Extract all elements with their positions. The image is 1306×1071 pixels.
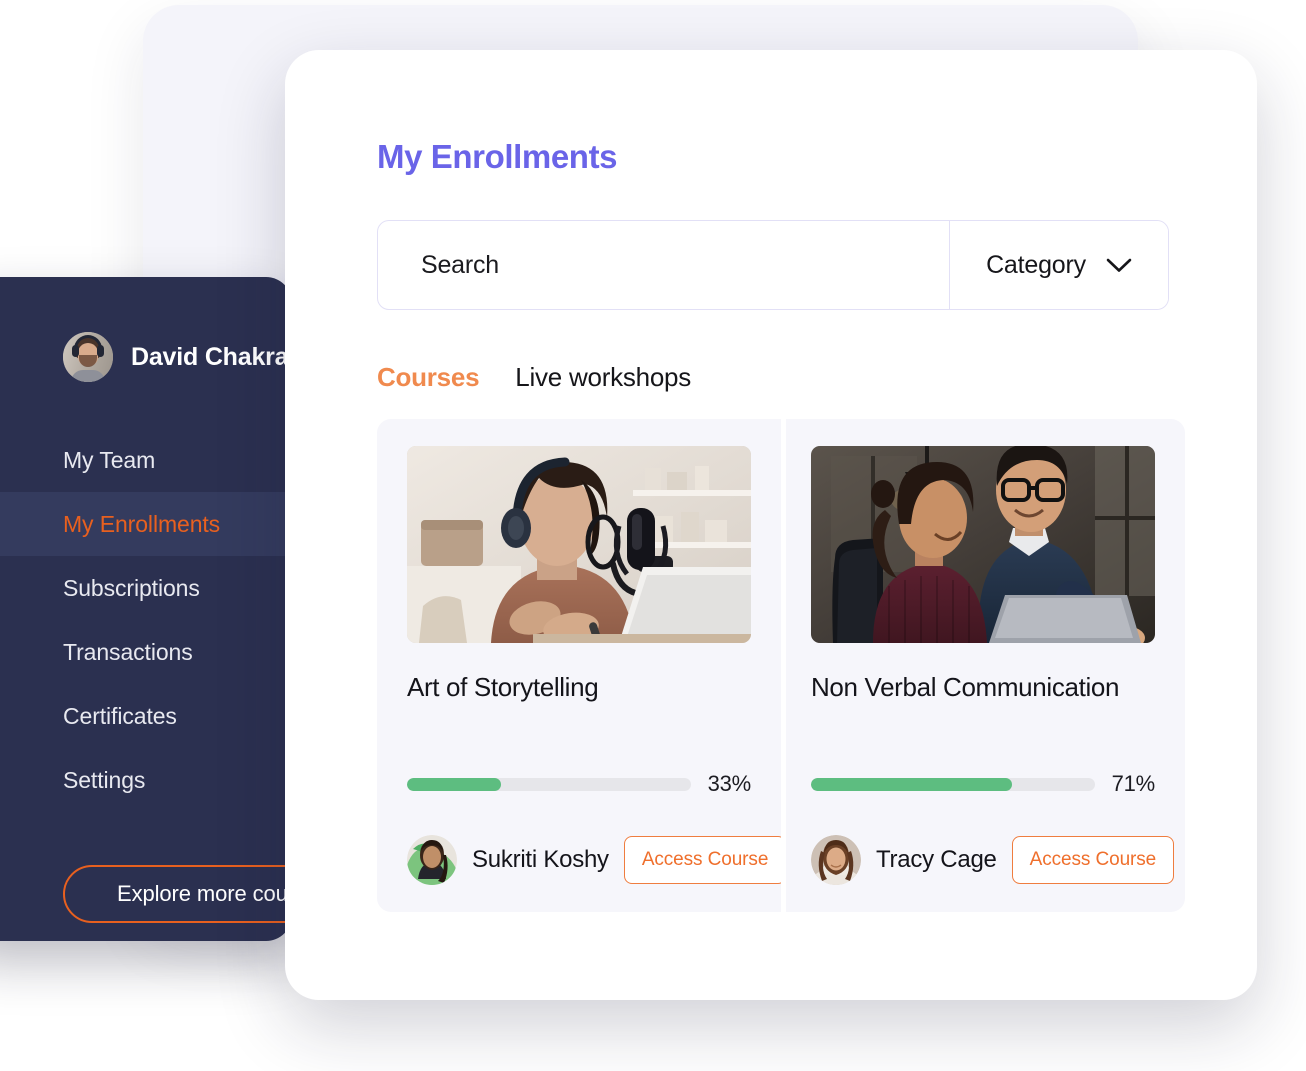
progress-label: 71% — [1111, 771, 1156, 797]
user-avatar-headphones-icon — [63, 332, 113, 382]
progress-fill — [811, 777, 1013, 791]
sidebar-cta-wrapper: Explore more courses — [0, 865, 292, 923]
tab-live-workshops[interactable]: Live workshops — [515, 362, 691, 393]
sidebar-item-my-team[interactable]: My Team — [0, 428, 292, 492]
podcast-woman-microphone-photo-icon — [407, 446, 751, 643]
instructor-avatar — [811, 835, 861, 886]
chevron-down-icon — [1106, 258, 1132, 272]
sidebar-item-label: Subscriptions — [63, 574, 200, 601]
courses-panel: Art of Storytelling 33% Sukriti Koshy Ac… — [377, 418, 1185, 913]
course-type-tabs: Courses Live workshops — [377, 362, 1165, 393]
sidebar-item-settings[interactable]: Settings — [0, 748, 292, 812]
course-progress: 71% — [811, 771, 1155, 797]
sidebar-item-transactions[interactable]: Transactions — [0, 620, 292, 684]
instructor-name: Sukriti Koshy — [472, 846, 609, 874]
sidebar-item-certificates[interactable]: Certificates — [0, 684, 292, 748]
sidebar-user-name: David Chakra — [131, 342, 289, 371]
course-instructor-row: Tracy Cage Access Course — [811, 835, 1175, 886]
course-card[interactable]: Non Verbal Communication 71% Tracy Cage … — [781, 418, 1185, 913]
progress-track — [811, 777, 1095, 791]
screenshot-stage: David Chakra My Team My Enrollments Subs… — [0, 0, 1306, 1071]
instructor-name: Tracy Cage — [876, 846, 997, 874]
tab-courses[interactable]: Courses — [377, 362, 480, 393]
page-title: My Enrollments — [377, 138, 618, 175]
main-content-inner: My Enrollments Category Courses Live wor… — [285, 50, 1257, 913]
sidebar-item-subscriptions[interactable]: Subscriptions — [0, 556, 292, 620]
sidebar-panel: David Chakra My Team My Enrollments Subs… — [0, 277, 292, 941]
sidebar-item-label: Transactions — [63, 638, 193, 665]
course-progress: 33% — [407, 771, 751, 797]
explore-more-courses-button[interactable]: Explore more courses — [63, 865, 292, 923]
two-colleagues-laptop-photo-icon — [811, 446, 1155, 643]
course-title: Art of Storytelling — [407, 672, 599, 702]
course-card[interactable]: Art of Storytelling 33% Sukriti Koshy Ac… — [377, 446, 787, 886]
search-and-filter-bar: Category — [377, 220, 1169, 310]
course-title: Non Verbal Communication — [811, 672, 1120, 702]
access-course-button[interactable]: Access Course — [623, 836, 787, 885]
sidebar-item-label: My Enrollments — [63, 510, 221, 537]
sidebar-item-label: Certificates — [63, 702, 177, 729]
progress-fill — [407, 777, 501, 791]
instructor-avatar — [407, 835, 457, 886]
course-instructor-row: Sukriti Koshy Access Course — [407, 835, 787, 886]
search-field-wrapper[interactable] — [378, 221, 950, 309]
sidebar-item-label: My Team — [63, 446, 156, 473]
progress-label: 33% — [707, 771, 752, 797]
category-dropdown-label: Category — [986, 250, 1086, 279]
sidebar-item-my-enrollments[interactable]: My Enrollments — [0, 492, 292, 556]
sidebar-user-profile[interactable]: David Chakra — [0, 277, 292, 385]
main-content-card: My Enrollments Category Courses Live wor… — [285, 50, 1257, 1000]
search-input[interactable] — [419, 249, 949, 281]
access-course-button[interactable]: Access Course — [1011, 836, 1175, 885]
category-dropdown-button[interactable]: Category — [950, 221, 1168, 309]
sidebar-item-label: Settings — [63, 766, 146, 793]
sidebar-nav: My Team My Enrollments Subscriptions Tra… — [0, 428, 292, 812]
progress-track — [407, 777, 691, 791]
